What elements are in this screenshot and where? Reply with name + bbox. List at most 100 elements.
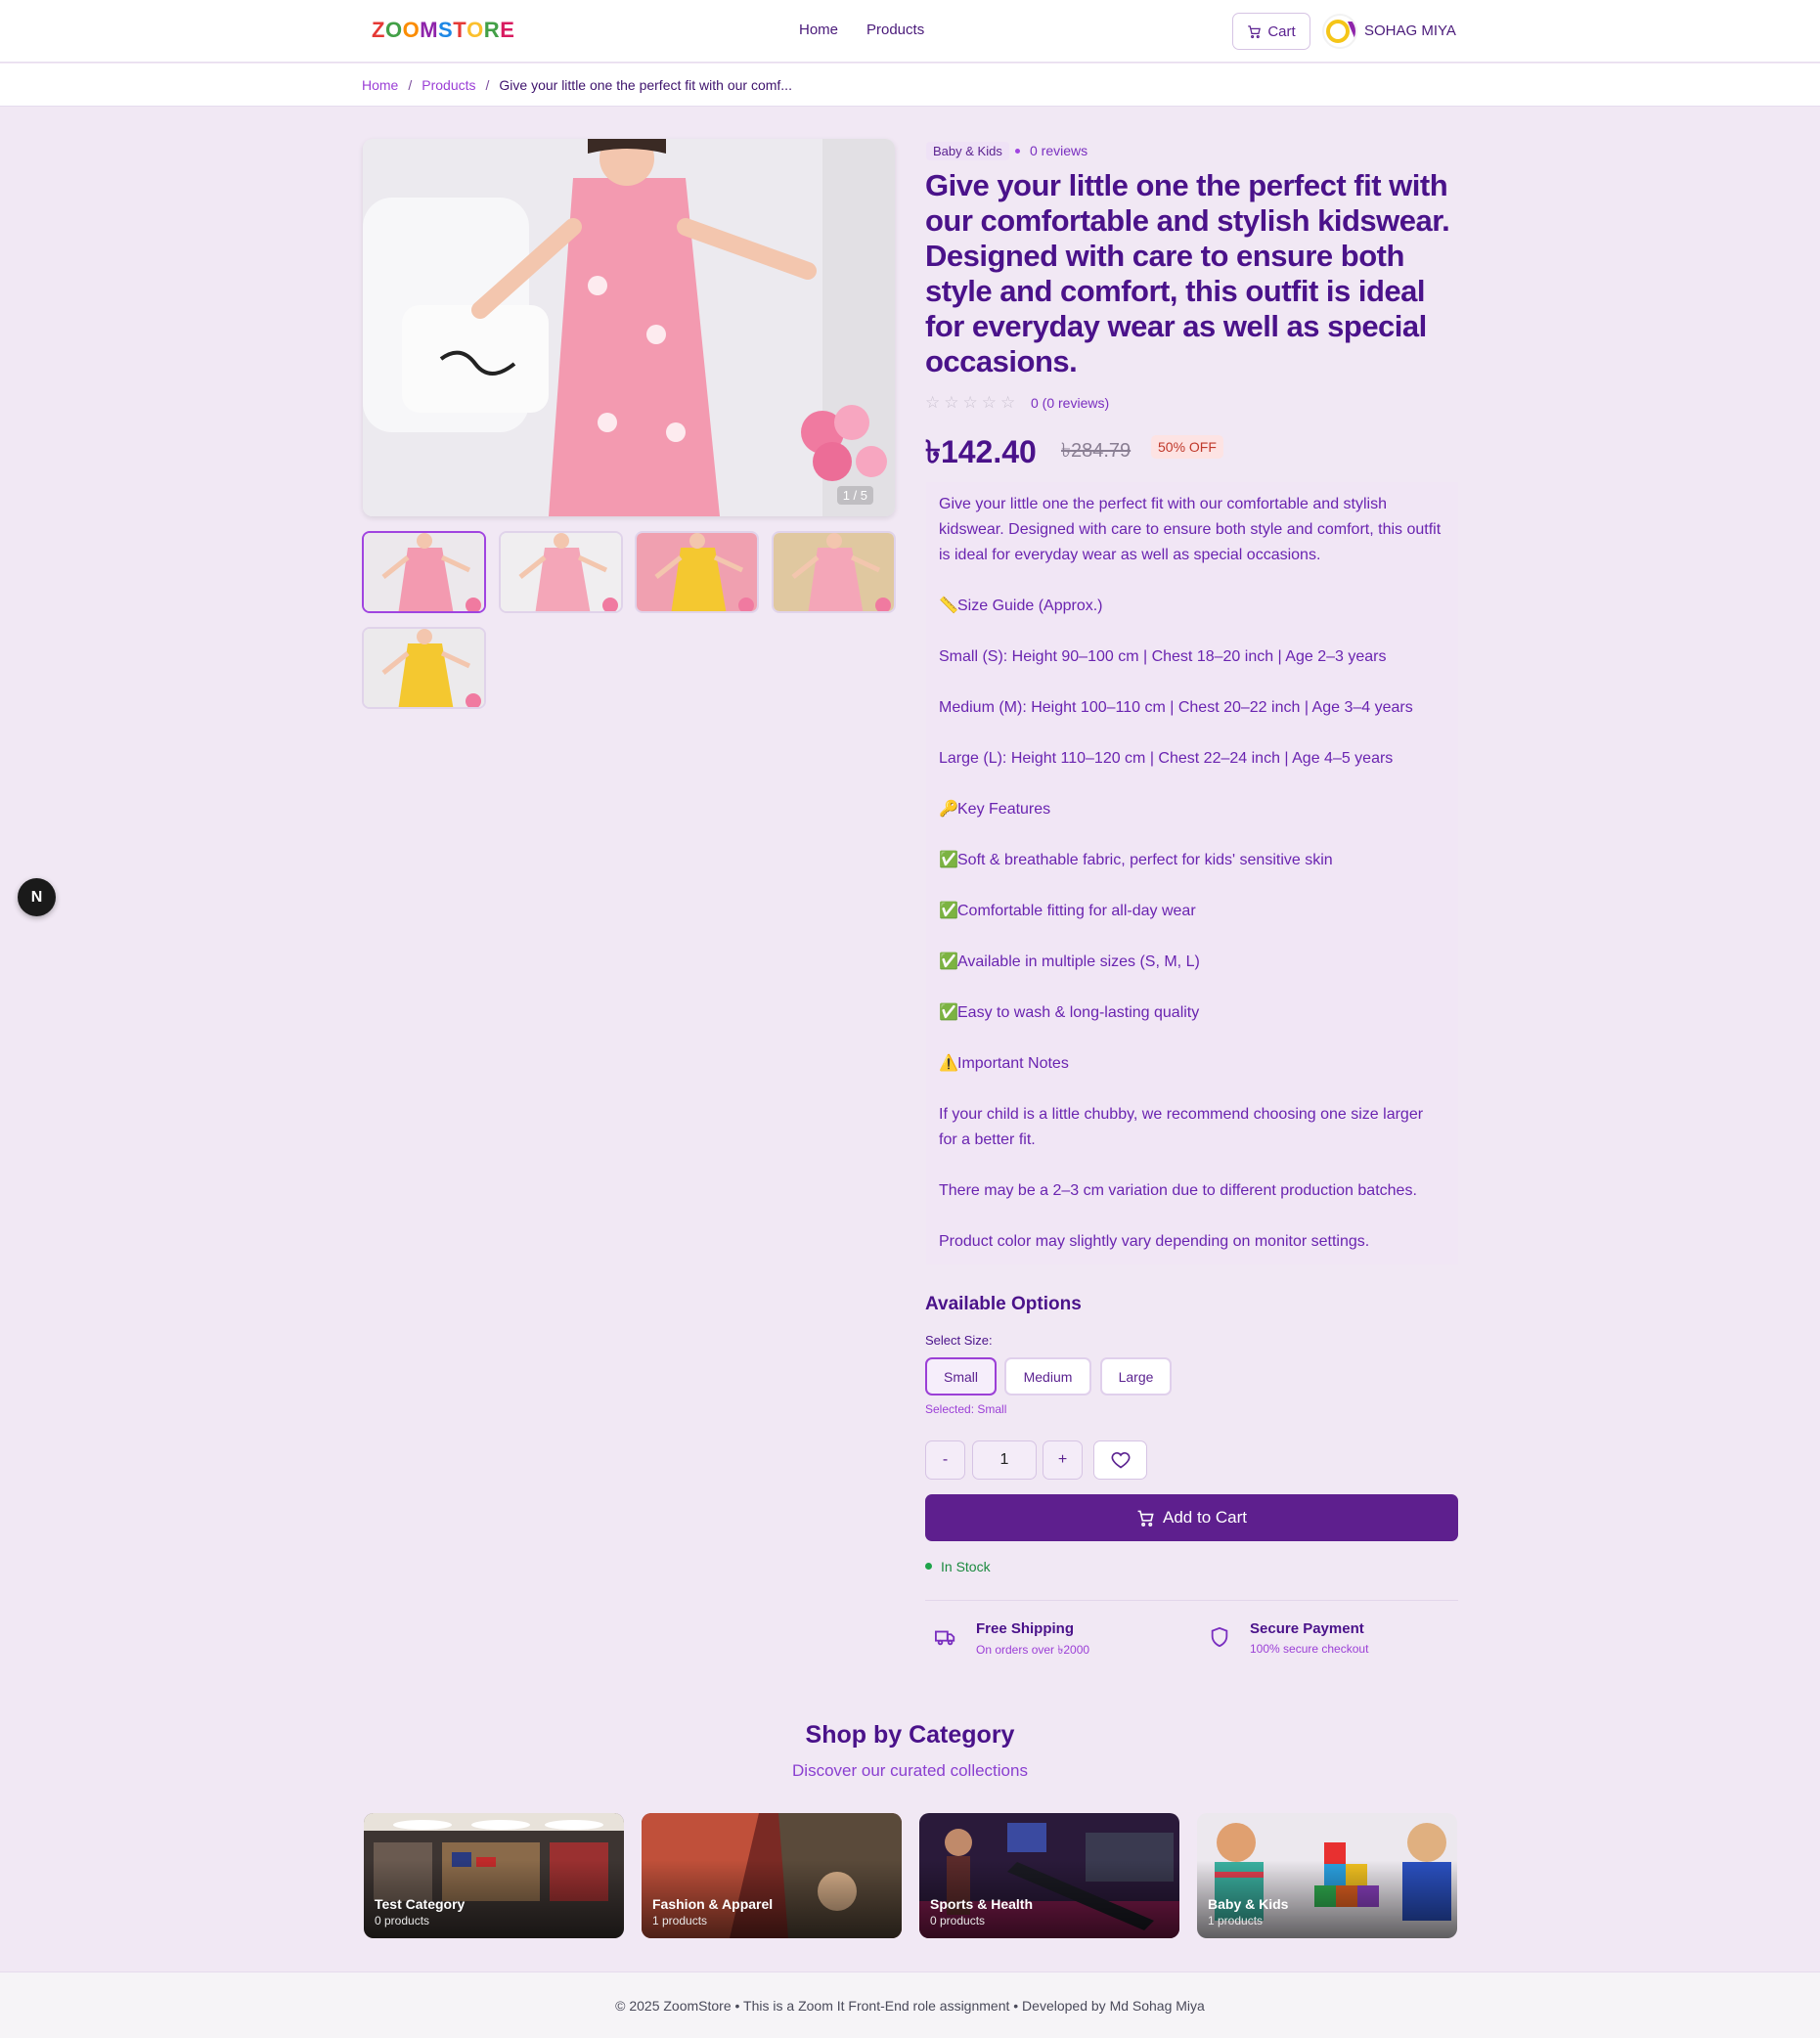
- breadcrumb-bar: Home / Products / Give your little one t…: [0, 64, 1820, 107]
- logo-letter: O: [402, 18, 421, 42]
- description-emoji-icon: ✅: [939, 1004, 958, 1021]
- description-emoji-icon: 🔑: [939, 801, 958, 818]
- star-icon: ☆: [925, 393, 941, 412]
- selected-size-note: Selected: Small: [925, 1402, 1007, 1416]
- description-emoji-icon: ✅: [939, 852, 958, 868]
- current-price: ৳142.40: [925, 434, 1037, 469]
- description-text: Large (L): Height 110–120 cm | Chest 22–…: [939, 750, 1394, 767]
- category-name: Baby & Kids: [1208, 1896, 1289, 1912]
- description-paragraph: 🔑Key Features: [939, 797, 1445, 822]
- logo-letter: T: [453, 18, 467, 42]
- dev-tools-badge[interactable]: N: [18, 878, 56, 916]
- breadcrumb-current: Give your little one the perfect fit wit…: [499, 77, 792, 93]
- product-main-image[interactable]: 1 / 5: [363, 139, 895, 516]
- description-text: There may be a 2–3 cm variation due to d…: [939, 1182, 1417, 1199]
- quantity-increase-button[interactable]: +: [1043, 1440, 1083, 1480]
- description-text: If your child is a little chubby, we rec…: [939, 1106, 1424, 1148]
- footer-text: © 2025 ZoomStore • This is a Zoom It Fro…: [615, 1998, 1205, 2014]
- size-option-medium[interactable]: Medium: [1004, 1357, 1091, 1396]
- description-emoji-icon: 📏: [939, 598, 958, 614]
- user-name[interactable]: SOHAG MIYA: [1364, 22, 1456, 39]
- logo-letter: R: [483, 18, 501, 42]
- description-text: Available in multiple sizes (S, M, L): [957, 953, 1200, 970]
- shop-by-category-subtitle: Discover our curated collections: [792, 1761, 1028, 1780]
- product-thumbnail[interactable]: [362, 531, 486, 613]
- zoomstore-logo[interactable]: ZOOMSTORE: [372, 18, 514, 43]
- logo-letter: M: [420, 18, 439, 42]
- star-icon: ☆: [981, 393, 997, 412]
- description-text: Important Notes: [957, 1055, 1069, 1072]
- rating-text: 0 (0 reviews): [1031, 395, 1110, 411]
- avatar-image: [1326, 20, 1355, 43]
- size-option-large[interactable]: Large: [1100, 1357, 1172, 1396]
- star-icon: ☆: [944, 393, 959, 412]
- truck-icon: [935, 1630, 955, 1646]
- description-emoji-icon: ⚠️: [939, 1055, 958, 1072]
- thumbnail-image: [501, 533, 621, 611]
- description-text: Easy to wash & long-lasting quality: [957, 1004, 1200, 1021]
- category-card[interactable]: Fashion & Apparel 1 products: [642, 1813, 902, 1938]
- cart-button[interactable]: Cart: [1232, 13, 1310, 50]
- breadcrumb-products[interactable]: Products: [422, 77, 475, 93]
- shield-icon: [1211, 1626, 1228, 1648]
- cart-label: Cart: [1267, 22, 1296, 40]
- size-option-small[interactable]: Small: [925, 1357, 997, 1396]
- breadcrumb-separator: /: [408, 77, 413, 93]
- description-paragraph: Give your little one the perfect fit wit…: [939, 492, 1445, 568]
- description-emoji-icon: ✅: [939, 903, 958, 919]
- category-name: Sports & Health: [930, 1896, 1034, 1912]
- description-paragraph: Product color may slightly vary dependin…: [939, 1229, 1445, 1255]
- description-paragraph: Small (S): Height 90–100 cm | Chest 18–2…: [939, 644, 1445, 670]
- description-paragraph: ✅Available in multiple sizes (S, M, L): [939, 950, 1445, 975]
- description-paragraph: There may be a 2–3 cm variation due to d…: [939, 1178, 1445, 1204]
- logo-letter: E: [500, 18, 515, 42]
- tag-separator-dot: [1015, 149, 1020, 154]
- category-card[interactable]: Baby & Kids 1 products: [1197, 1813, 1457, 1938]
- description-paragraph: ✅Comfortable fitting for all-day wear: [939, 899, 1445, 924]
- category-tag[interactable]: Baby & Kids: [926, 142, 1009, 160]
- product-thumbnail[interactable]: [499, 531, 623, 613]
- rating-stars: ☆ ☆ ☆ ☆ ☆: [925, 393, 1015, 413]
- size-select-label: Select Size:: [925, 1333, 993, 1348]
- breadcrumb-home[interactable]: Home: [362, 77, 398, 93]
- thumbnail-image: [637, 533, 757, 611]
- feature-title: Secure Payment: [1250, 1620, 1364, 1637]
- category-card[interactable]: Test Category 0 products: [364, 1813, 624, 1938]
- nav-products-link[interactable]: Products: [866, 22, 924, 38]
- add-to-cart-label: Add to Cart: [1163, 1508, 1247, 1527]
- nav-home-link[interactable]: Home: [799, 22, 838, 38]
- description-paragraph: ✅Easy to wash & long-lasting quality: [939, 1000, 1445, 1026]
- quantity-input[interactable]: [972, 1440, 1037, 1480]
- product-description: Give your little one the perfect fit wit…: [926, 482, 1458, 1264]
- shop-by-category-title: Shop by Category: [805, 1721, 1015, 1749]
- category-count: 0 products: [930, 1914, 986, 1927]
- user-avatar[interactable]: [1322, 14, 1357, 49]
- product-thumbnail[interactable]: [362, 627, 486, 709]
- image-counter: 1 / 5: [836, 486, 873, 505]
- add-to-cart-button[interactable]: Add to Cart: [925, 1494, 1458, 1541]
- description-text: Product color may slightly vary dependin…: [939, 1233, 1370, 1250]
- original-price: ৳284.79: [1061, 440, 1132, 462]
- footer: © 2025 ZoomStore • This is a Zoom It Fro…: [0, 1972, 1820, 2038]
- description-paragraph: If your child is a little chubby, we rec…: [939, 1102, 1445, 1153]
- product-photo: [363, 139, 895, 516]
- quantity-decrease-button[interactable]: -: [925, 1440, 965, 1480]
- feature-subtitle: On orders over ৳2000: [976, 1643, 1090, 1657]
- product-thumbnail[interactable]: [772, 531, 896, 613]
- category-card[interactable]: Sports & Health 0 products: [919, 1813, 1179, 1938]
- breadcrumb-separator: /: [485, 77, 490, 93]
- description-paragraph: ⚠️Important Notes: [939, 1051, 1445, 1077]
- discount-badge: 50% OFF: [1151, 435, 1223, 459]
- divider: [925, 1600, 1458, 1601]
- options-title: Available Options: [925, 1294, 1082, 1314]
- logo-letter: O: [384, 18, 403, 42]
- description-text: Small (S): Height 90–100 cm | Chest 18–2…: [939, 648, 1387, 665]
- description-emoji-icon: ✅: [939, 953, 958, 970]
- category-count: 1 products: [1208, 1914, 1264, 1927]
- product-thumbnail[interactable]: [635, 531, 759, 613]
- wishlist-button[interactable]: [1093, 1440, 1147, 1480]
- description-text: Comfortable fitting for all-day wear: [957, 903, 1196, 919]
- description-text: Soft & breathable fabric, perfect for ki…: [957, 852, 1333, 868]
- cart-icon: [1248, 24, 1262, 38]
- category-count: 1 products: [652, 1914, 708, 1927]
